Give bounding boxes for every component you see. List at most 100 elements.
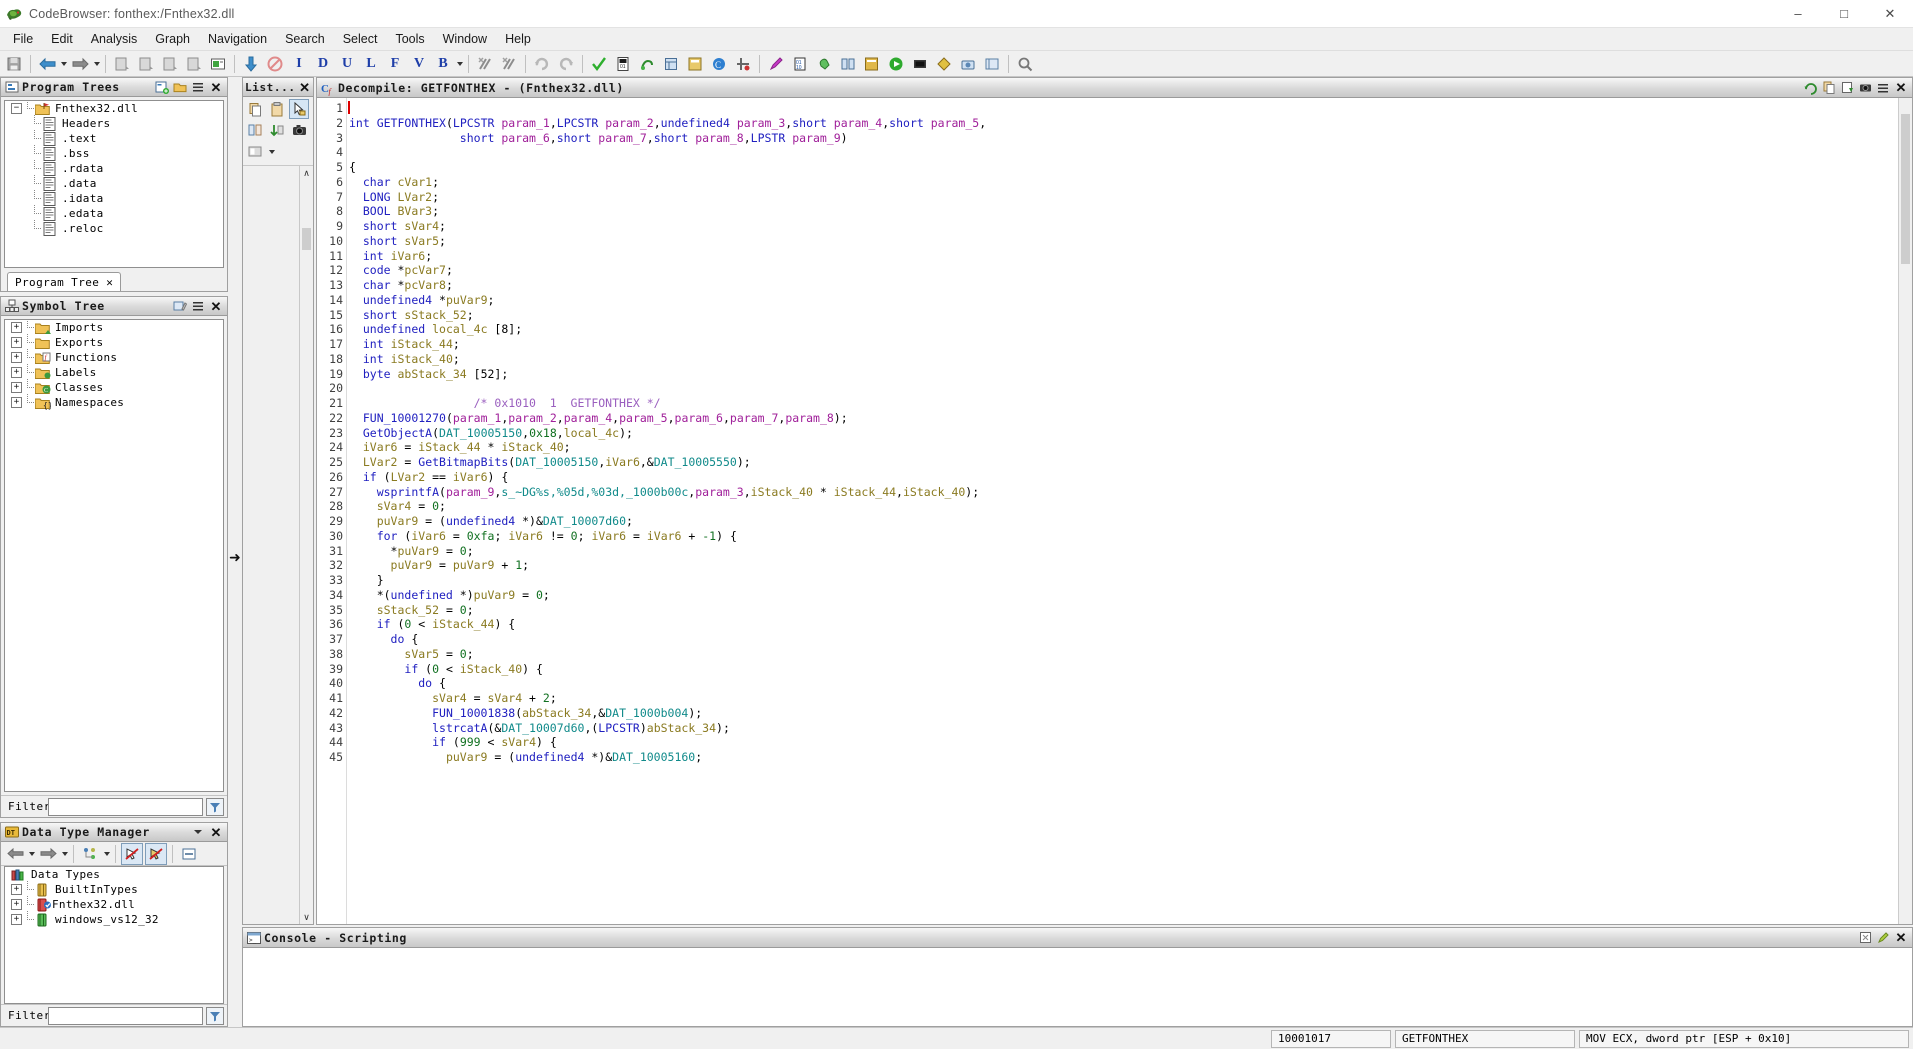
code-line[interactable]: for (iVar6 = 0xfa; iVar6 != 0; iVar6 = i… <box>347 529 1898 544</box>
code-token[interactable]: param_9 <box>792 131 840 145</box>
next-data-icon[interactable] <box>159 53 181 75</box>
code-token[interactable]: < <box>481 735 502 749</box>
filter-options-icon[interactable] <box>206 1006 224 1025</box>
node-expander[interactable]: + <box>11 322 22 333</box>
code-token[interactable]: 0 <box>571 529 578 543</box>
code-token[interactable]: ; <box>425 249 432 263</box>
code-token[interactable]: *)& <box>515 514 543 528</box>
code-line[interactable]: lstrcatA(&DAT_10007d60,(LPCSTR)abStack_3… <box>347 721 1898 736</box>
code-token[interactable]: ( <box>397 529 411 543</box>
code-token[interactable] <box>349 676 418 690</box>
tree-node-reloc[interactable]: .reloc <box>5 220 223 236</box>
tree-node-rdata[interactable]: .rdata <box>5 160 223 176</box>
symbol-node-labels[interactable]: + Labels <box>5 364 223 380</box>
tree-node-bss[interactable]: .bss <box>5 145 223 161</box>
menu-help[interactable]: Help <box>496 30 540 48</box>
code-line[interactable]: *puVar9 = 0; <box>347 544 1898 559</box>
code-token[interactable]: ( <box>432 426 439 440</box>
code-token[interactable]: ; <box>564 440 571 454</box>
code-token[interactable]: param_3 <box>737 116 785 130</box>
symbol-node-exports[interactable]: + Exports <box>5 334 223 350</box>
code-token[interactable]: local_4c <box>564 426 619 440</box>
code-token[interactable]: , <box>668 411 675 425</box>
code-token[interactable]: DAT_10005550 <box>654 455 737 469</box>
code-token[interactable]: { <box>432 676 446 690</box>
code-token[interactable]: iVar6 <box>591 529 626 543</box>
code-token[interactable]: ; <box>695 750 702 764</box>
code-token[interactable]: , <box>557 411 564 425</box>
value-V-icon[interactable]: V <box>408 53 430 75</box>
code-line[interactable]: if (0 < iStack_44) { <box>347 617 1898 632</box>
code-token[interactable]: * <box>481 440 502 454</box>
menu-select[interactable]: Select <box>334 30 387 48</box>
function-compare-icon[interactable] <box>981 53 1003 75</box>
code-line[interactable]: GetObjectA(DAT_10005150,0x18,local_4c); <box>347 426 1898 441</box>
code-token[interactable]: puVar9 <box>377 514 419 528</box>
code-token[interactable] <box>349 529 377 543</box>
checkmark-icon[interactable] <box>588 53 610 75</box>
node-expander[interactable]: + <box>11 382 22 393</box>
code-token[interactable] <box>349 662 404 676</box>
code-line[interactable]: short sStack_52; <box>347 308 1898 323</box>
code-line[interactable]: FUN_10001270(param_1,param_2,param_4,par… <box>347 411 1898 426</box>
code-token[interactable]: ; <box>494 529 508 543</box>
code-token[interactable]: < <box>439 662 460 676</box>
code-token[interactable]: sVar5 <box>404 234 439 248</box>
code-token[interactable]: iVar6 <box>453 470 488 484</box>
code-token[interactable]: int <box>363 249 391 263</box>
tree-node-icon[interactable] <box>79 843 101 865</box>
expand-arrow-icon[interactable]: ➜ <box>229 549 241 566</box>
code-token[interactable]: = <box>411 499 432 513</box>
code-token[interactable]: iStack_40 <box>501 440 563 454</box>
code-token[interactable]: BVar3 <box>397 204 432 218</box>
code-line[interactable]: wsprintfA(param_9, s_~DG%s,%05d,%03d,_100… <box>347 485 1898 500</box>
tree-root-node[interactable]: − Fnthex32.dll <box>5 101 223 116</box>
code-token[interactable]: LPCSTR <box>453 116 501 130</box>
code-token[interactable]: LONG <box>363 190 398 204</box>
code-token[interactable]: short <box>792 116 834 130</box>
code-token[interactable]: do <box>391 632 405 646</box>
forward-arrow-icon[interactable] <box>69 53 91 75</box>
code-token[interactable]: param_5 <box>931 116 979 130</box>
code-token[interactable]: puVar9 <box>446 293 488 307</box>
code-token[interactable]: iVar6 <box>647 529 682 543</box>
code-token[interactable]: iVar6 <box>411 529 446 543</box>
maximize-button[interactable]: □ <box>1821 0 1867 28</box>
code-token[interactable]: abStack_34 <box>522 706 591 720</box>
code-token[interactable]: lstrcatA <box>432 721 487 735</box>
menu-edit[interactable]: Edit <box>42 30 82 48</box>
filter-options-icon[interactable] <box>206 797 224 816</box>
code-line[interactable]: FUN_10001838(abStack_34,&DAT_1000b004); <box>347 706 1898 721</box>
data-type-icon[interactable] <box>660 53 682 75</box>
down-arrow-icon[interactable] <box>240 53 262 75</box>
code-token[interactable]: *( <box>349 588 391 602</box>
code-token[interactable]: ) <box>640 721 647 735</box>
code-line[interactable]: if (LVar2 == iVar6) { <box>347 470 1898 485</box>
code-token[interactable] <box>349 190 363 204</box>
next-instruction-icon[interactable] <box>135 53 157 75</box>
filter-arrays-icon[interactable] <box>145 842 167 865</box>
code-token[interactable]: ); <box>716 721 730 735</box>
code-token[interactable]: = <box>515 588 536 602</box>
code-token[interactable]: ) { <box>536 735 557 749</box>
code-token[interactable]: s_~DG%s,%05d,%03d,_1000b00c <box>501 485 688 499</box>
code-token[interactable] <box>349 514 377 528</box>
code-token[interactable]: iStack_40 <box>903 485 965 499</box>
instruction-I-icon[interactable]: I <box>288 53 310 75</box>
code-token[interactable]: *)& <box>584 750 612 764</box>
root-expander[interactable]: − <box>11 103 22 114</box>
code-token[interactable] <box>349 735 432 749</box>
code-token[interactable]: LPCSTR <box>598 721 640 735</box>
code-token[interactable]: int <box>363 352 391 366</box>
code-token[interactable] <box>349 499 377 513</box>
dtm-root-node[interactable]: Data Types <box>5 867 223 882</box>
code-token[interactable]: pcVar7 <box>404 263 446 277</box>
code-token[interactable]: puVar9 <box>446 750 488 764</box>
code-token[interactable]: , <box>550 116 557 130</box>
decompiler-scrollbar[interactable] <box>1898 98 1912 924</box>
code-token[interactable]: param_6 <box>675 411 723 425</box>
code-token[interactable]: DAT_10005160 <box>612 750 695 764</box>
code-line[interactable]: short param_6,short param_7,short param_… <box>347 131 1898 146</box>
code-line[interactable]: puVar9 = (undefined4 *)&DAT_10007d60; <box>347 514 1898 529</box>
copy-icon[interactable] <box>245 99 265 119</box>
